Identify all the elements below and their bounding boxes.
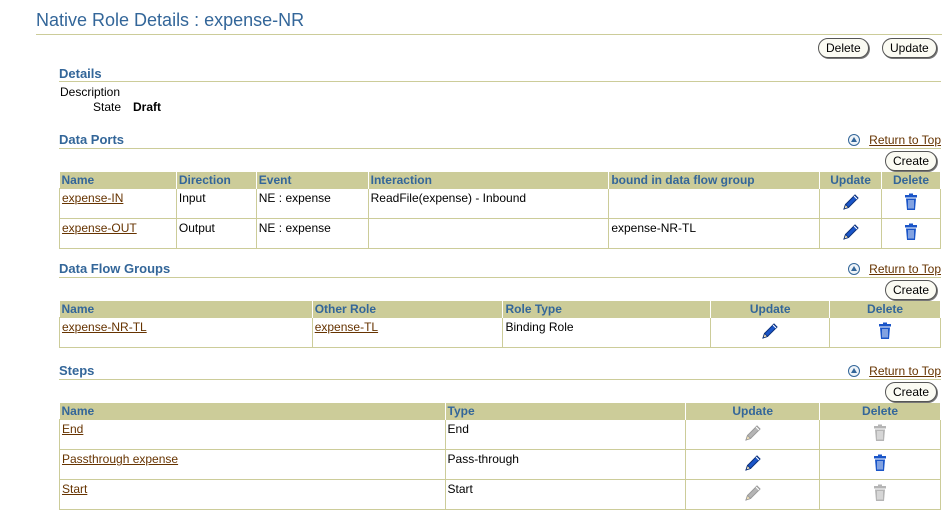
- column-header-direction: Direction: [176, 172, 257, 189]
- direction-cell: Input: [175, 188, 257, 219]
- pencil-icon[interactable]: [840, 221, 862, 243]
- bound-group-cell: [608, 188, 821, 219]
- table-row: expense-NR-TL expense-TL Binding Role: [59, 317, 941, 348]
- trash-icon: [869, 422, 891, 444]
- trash-icon[interactable]: [900, 191, 922, 213]
- data-ports-heading: Data Ports: [59, 132, 125, 147]
- page-title: Native Role Details : expense-NR: [36, 10, 305, 30]
- update-role-button[interactable]: Update: [882, 38, 937, 58]
- data-flow-groups-heading: Data Flow Groups: [59, 261, 171, 276]
- data-port-link[interactable]: expense-IN: [62, 191, 123, 205]
- data-flow-groups-table: Name Other Role Role Type Update Delete …: [59, 301, 941, 348]
- data-port-link[interactable]: expense-OUT: [62, 221, 137, 235]
- table-row: expense-IN Input NE : expense ReadFile(e…: [59, 188, 941, 219]
- data-flow-groups-divider: [59, 277, 941, 278]
- step-link[interactable]: Passthrough expense: [62, 452, 178, 466]
- title-divider: [36, 34, 942, 35]
- other-role-link[interactable]: expense-TL: [315, 320, 378, 334]
- column-header-other-role: Other Role: [312, 301, 504, 318]
- create-data-flow-group-button[interactable]: Create: [885, 280, 938, 300]
- bound-group-cell: expense-NR-TL: [608, 218, 821, 249]
- table-row: End End: [59, 419, 941, 450]
- column-header-delete: Delete: [829, 301, 941, 318]
- table-header-row: Name Type Update Delete: [59, 403, 941, 420]
- table-header-row: Name Direction Event Interaction bound i…: [59, 172, 941, 189]
- step-link[interactable]: End: [62, 422, 83, 436]
- column-header-update: Update: [819, 172, 883, 189]
- table-row: Passthrough expense Pass-through: [59, 449, 941, 480]
- delete-role-button[interactable]: Delete: [818, 38, 869, 58]
- arrow-up-circle-icon[interactable]: [848, 263, 860, 275]
- column-header-type: Type: [445, 403, 687, 420]
- pencil-icon[interactable]: [742, 452, 764, 474]
- step-type-cell: End: [444, 419, 687, 450]
- interaction-cell: ReadFile(expense) - Inbound: [367, 188, 610, 219]
- column-header-delete: Delete: [881, 172, 941, 189]
- role-type-cell: Binding Role: [502, 317, 712, 348]
- column-header-update: Update: [710, 301, 831, 318]
- return-to-top-link[interactable]: Return to Top: [869, 262, 941, 276]
- column-header-delete: Delete: [819, 403, 941, 420]
- column-header-update: Update: [685, 403, 821, 420]
- trash-icon: [869, 482, 891, 504]
- details-heading: Details: [59, 66, 102, 81]
- table-row: Start Start: [59, 479, 941, 510]
- trash-icon[interactable]: [874, 320, 896, 342]
- pencil-icon: [742, 482, 764, 504]
- description-label: Description: [60, 85, 121, 99]
- data-flow-group-link[interactable]: expense-NR-TL: [62, 320, 147, 334]
- steps-heading: Steps: [59, 363, 95, 378]
- direction-cell: Output: [175, 218, 257, 249]
- column-header-name: Name: [59, 301, 313, 318]
- table-header-row: Name Other Role Role Type Update Delete: [59, 301, 941, 318]
- event-cell: NE : expense: [255, 218, 369, 249]
- return-to-top-link[interactable]: Return to Top: [869, 133, 941, 147]
- steps-divider: [59, 379, 941, 380]
- column-header-interaction: Interaction: [368, 172, 610, 189]
- return-to-top-link[interactable]: Return to Top: [869, 364, 941, 378]
- arrow-up-circle-icon[interactable]: [848, 365, 860, 377]
- trash-icon[interactable]: [869, 452, 891, 474]
- column-header-name: Name: [59, 172, 177, 189]
- interaction-cell: [367, 218, 610, 249]
- details-divider: [59, 81, 941, 82]
- data-ports-divider: [59, 148, 941, 149]
- trash-icon[interactable]: [900, 221, 922, 243]
- step-link[interactable]: Start: [62, 482, 87, 496]
- arrow-up-circle-icon[interactable]: [848, 134, 860, 146]
- column-header-name: Name: [59, 403, 446, 420]
- step-type-cell: Pass-through: [444, 449, 687, 480]
- create-data-port-button[interactable]: Create: [885, 151, 938, 171]
- column-header-bound-group: bound in data flow group: [608, 172, 821, 189]
- pencil-icon: [742, 422, 764, 444]
- state-value: Draft: [133, 100, 162, 114]
- data-ports-table: Name Direction Event Interaction bound i…: [59, 172, 941, 249]
- state-label: State: [93, 100, 122, 114]
- steps-table: Name Type Update Delete End End Passthro…: [59, 403, 941, 510]
- pencil-icon[interactable]: [759, 320, 781, 342]
- event-cell: NE : expense: [255, 188, 369, 219]
- create-step-button[interactable]: Create: [885, 382, 938, 402]
- pencil-icon[interactable]: [840, 191, 862, 213]
- column-header-event: Event: [256, 172, 369, 189]
- column-header-role-type: Role Type: [502, 301, 712, 318]
- step-type-cell: Start: [444, 479, 687, 510]
- table-row: expense-OUT Output NE : expense expense-…: [59, 218, 941, 249]
